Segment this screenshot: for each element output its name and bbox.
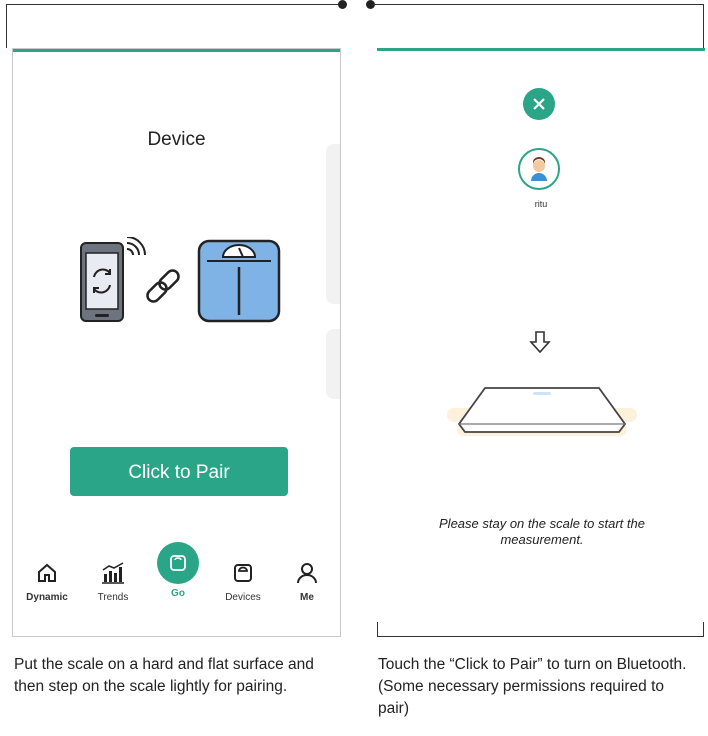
link-icon: [146, 269, 180, 303]
connector-dot-left: [338, 0, 347, 9]
header-accent-bar: [377, 48, 705, 51]
bluetooth-signal-icon: [126, 237, 146, 256]
user-avatar-icon: [531, 157, 547, 181]
pairing-screen: Device Click to Pair Dynamic Trends Go D…: [12, 48, 341, 637]
nav-label-go: Go: [171, 588, 185, 599]
arrow-down-icon: [529, 331, 551, 354]
person-icon: [297, 563, 317, 584]
close-icon: [533, 98, 545, 110]
instruction-text: Please stay on the scale to start the me…: [439, 516, 645, 547]
connector-line-right-vertical: [703, 4, 704, 48]
user-name: ritu: [534, 199, 548, 209]
nav-label-trends: Trends: [97, 592, 129, 603]
side-card: [326, 144, 340, 304]
connector-line-left-vertical: [6, 4, 7, 48]
go-button[interactable]: [157, 542, 199, 584]
close-button[interactable]: [523, 88, 555, 120]
bathroom-scale-illustration: [447, 387, 637, 436]
frame-corner-left: [377, 622, 378, 637]
avatar[interactable]: [518, 148, 560, 190]
frame-bottom-line: [377, 636, 704, 637]
frame-corner-right: [703, 622, 704, 637]
device-icon: [234, 564, 252, 582]
nav-item-trends[interactable]: Trends: [81, 556, 145, 603]
nav-label-devices: Devices: [225, 592, 261, 603]
connector-line-left: [6, 4, 342, 5]
header-accent-bar: [13, 49, 340, 52]
caption-right: Touch the “Click to Pair” to turn on Blu…: [378, 656, 687, 717]
connector-line-right: [372, 4, 704, 5]
phone-icon: [80, 242, 124, 322]
nav-label-dynamic: Dynamic: [26, 592, 68, 603]
side-card: [326, 329, 340, 399]
nav-item-devices[interactable]: Devices: [211, 556, 275, 603]
page-title: Device: [147, 129, 206, 150]
nav-label-me: Me: [300, 592, 314, 603]
caption-left: Put the scale on a hard and flat surface…: [14, 656, 314, 695]
bottom-nav: Dynamic Trends Go Devices Me: [13, 542, 340, 612]
measurement-screen: ritu Please stay on the scale to start t…: [377, 48, 705, 637]
scale-icon: [170, 555, 186, 571]
nav-item-dynamic[interactable]: Dynamic: [15, 556, 79, 603]
nav-item-go[interactable]: Go: [146, 542, 210, 599]
phone-scale-link-illustration: [80, 237, 281, 323]
home-icon: [38, 563, 56, 582]
nav-item-me[interactable]: Me: [275, 556, 339, 603]
click-to-pair-button[interactable]: Click to Pair: [70, 447, 288, 496]
scale-icon: [197, 239, 281, 323]
trends-icon: [102, 562, 124, 584]
